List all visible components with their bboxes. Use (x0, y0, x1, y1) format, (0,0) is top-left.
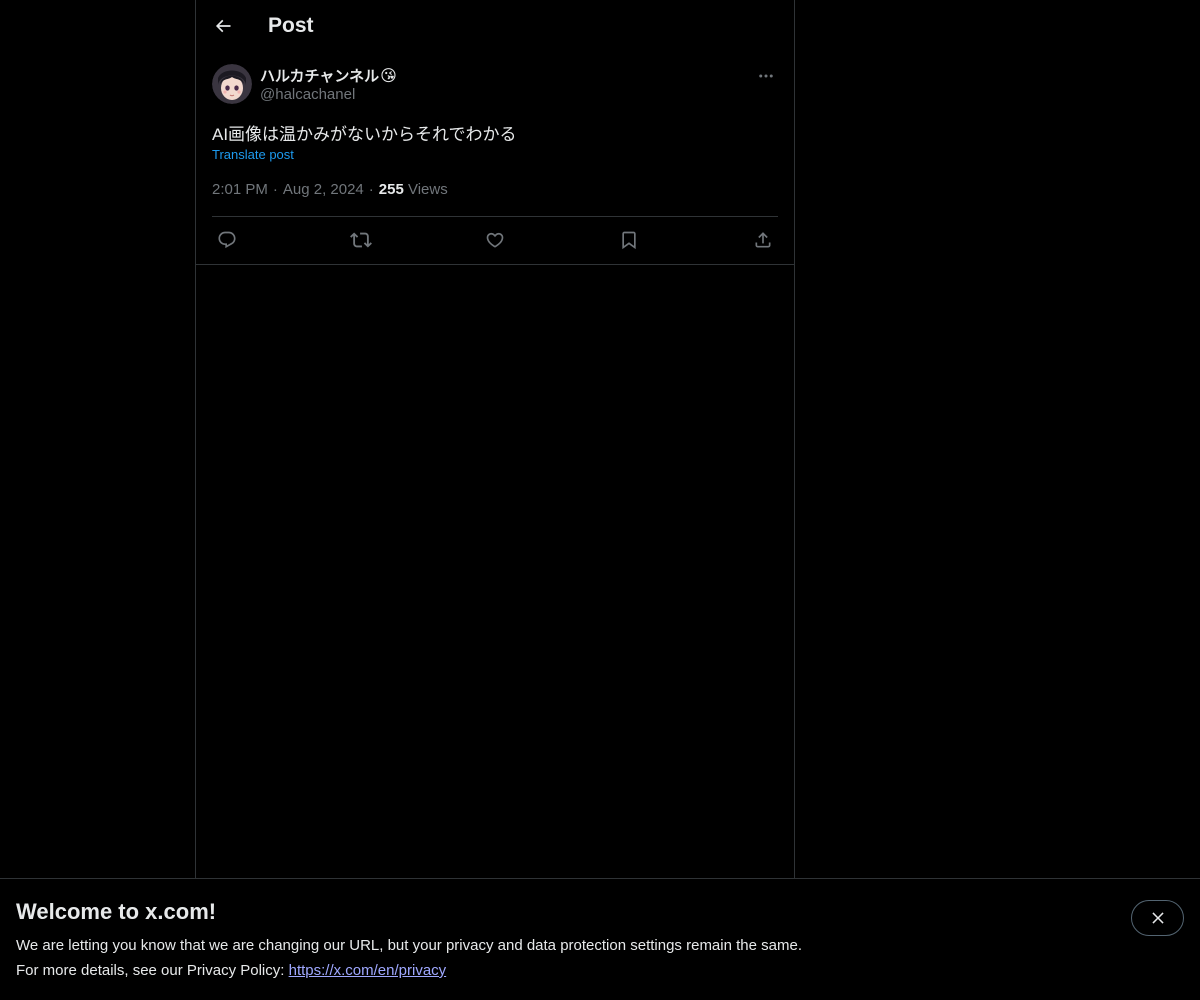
post-header: Post (196, 0, 794, 53)
reply-button[interactable] (212, 226, 242, 254)
share-button[interactable] (748, 226, 778, 254)
privacy-policy-link[interactable]: https://x.com/en/privacy (289, 962, 447, 979)
close-banner-button[interactable] (1131, 900, 1184, 936)
avatar[interactable] (212, 64, 252, 104)
post-time[interactable]: 2:01 PM (212, 181, 268, 198)
views-count: 255 (378, 181, 404, 198)
post-actions (212, 226, 778, 254)
bookmark-button[interactable] (614, 226, 644, 254)
more-horizontal-icon (759, 74, 773, 78)
kiss-emoji-icon: 😘 (380, 67, 397, 85)
post-date[interactable]: Aug 2, 2024 (283, 181, 364, 198)
post-text: AI画像は温かみがないからそれでわかる (212, 125, 517, 144)
close-icon (1151, 912, 1164, 924)
repost-button[interactable] (346, 226, 376, 254)
post-meta: 2:01 PM · Aug 2, 2024 · 255 Views (212, 181, 448, 198)
post-bottom-border (196, 264, 794, 265)
welcome-banner: Welcome to x.com! We are letting you kno… (0, 878, 1200, 1000)
translate-post-link[interactable]: Translate post (212, 147, 294, 162)
author-handle[interactable]: @halcachanel (260, 86, 355, 103)
share-icon (755, 232, 771, 248)
like-button[interactable] (480, 226, 510, 254)
page-title: Post (268, 14, 314, 37)
back-button[interactable] (208, 11, 238, 41)
repost-icon (350, 232, 372, 248)
post-column: Post ハルカチャンネル 😘 @halcachanel AI画像は温かみがない… (195, 0, 795, 1000)
more-options-button[interactable] (754, 66, 778, 86)
like-icon (486, 232, 504, 248)
separator-dot: · (272, 181, 278, 198)
separator-dot: · (368, 181, 374, 198)
author-name-row[interactable]: ハルカチャンネル 😘 (260, 65, 397, 86)
bookmark-icon (622, 231, 636, 250)
divider (212, 216, 778, 217)
banner-privacy-prefix: For more details, see our Privacy Policy… (16, 962, 285, 979)
back-arrow-icon (215, 19, 231, 33)
banner-privacy-line: For more details, see our Privacy Policy… (16, 962, 446, 979)
banner-title: Welcome to x.com! (16, 899, 217, 924)
reply-icon (218, 231, 236, 249)
views-label: Views (407, 181, 448, 198)
banner-message: We are letting you know that we are chan… (16, 937, 802, 954)
author-display-name: ハルカチャンネル (260, 68, 380, 85)
